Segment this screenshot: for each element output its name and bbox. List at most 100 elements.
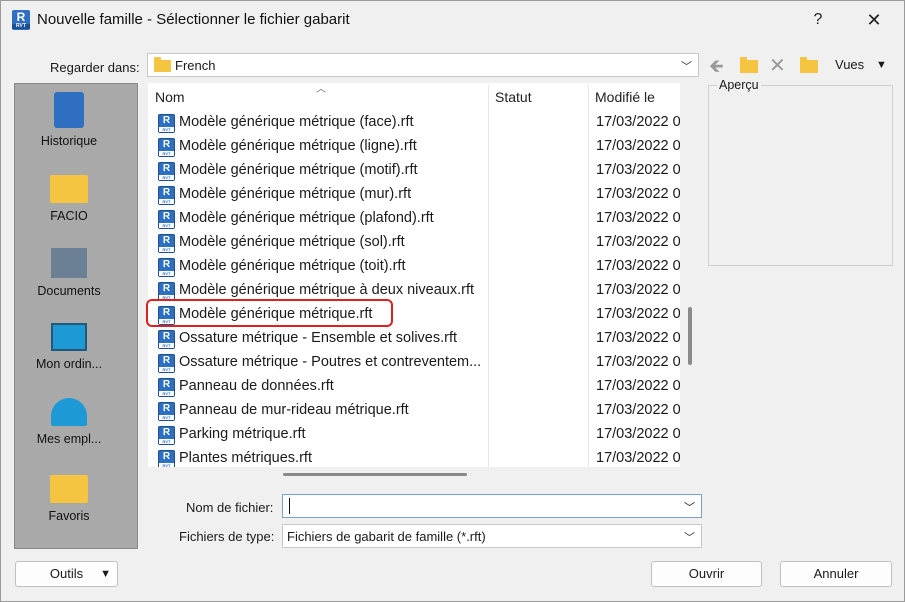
file-name: Modèle générique métrique à deux niveaux… xyxy=(179,282,475,298)
file-name: Panneau de données.rft xyxy=(179,378,334,394)
place-documents[interactable]: Documents xyxy=(15,242,123,298)
column-header-status[interactable]: Statut xyxy=(495,83,532,111)
filetype-label: Fichiers de type: xyxy=(179,529,275,544)
file-icon-sub: RVT xyxy=(159,391,174,396)
file-icon-letter: R xyxy=(162,139,171,150)
tools-label: Outils xyxy=(49,566,84,581)
file-modified-date: 17/03/2022 0 xyxy=(596,402,680,418)
rft-file-icon: R RVT xyxy=(158,354,175,373)
delete-icon[interactable]: ✕ xyxy=(769,55,793,77)
file-icon-sub: RVT xyxy=(159,271,174,276)
sort-ascending-icon: ︿ xyxy=(316,84,326,95)
file-modified-date: 17/03/2022 0 xyxy=(596,258,680,274)
rft-file-icon: R RVT xyxy=(158,258,175,277)
file-row[interactable]: R RVT Modèle générique métrique (sol).rft 1… xyxy=(148,231,680,255)
rft-file-icon: R RVT xyxy=(158,402,175,421)
place-network[interactable]: Mes empl... xyxy=(15,392,123,446)
back-arrow-icon[interactable]: 🡸 xyxy=(709,55,733,77)
rft-file-icon: R RVT xyxy=(158,138,175,157)
rft-file-icon: R RVT xyxy=(158,114,175,133)
file-name: Plantes métriques.rft xyxy=(179,450,312,466)
history-icon xyxy=(54,92,84,128)
file-row[interactable]: R RVT Modèle générique métrique (motif).rf… xyxy=(148,159,680,183)
selection-highlight xyxy=(146,299,393,327)
chevron-down-icon: ﹀ xyxy=(684,532,695,544)
file-row[interactable]: R RVT Modèle générique métrique (toit).rft… xyxy=(148,255,680,279)
file-name: Modèle générique métrique (toit).rft xyxy=(179,258,406,274)
column-header-modified[interactable]: Modifié le xyxy=(595,83,655,111)
place-history[interactable]: Historique xyxy=(15,92,123,148)
file-row[interactable]: R RVT Panneau de mur-rideau métrique.rft 17… xyxy=(148,399,680,423)
horizontal-scrollbar[interactable] xyxy=(283,473,467,476)
file-icon-sub: RVT xyxy=(159,199,174,204)
look-in-label: Regarder dans: xyxy=(50,60,140,75)
place-computer[interactable]: Mon ordin... xyxy=(15,317,123,371)
file-row[interactable]: R RVT Panneau de données.rft 17/03/2022 0 xyxy=(148,375,680,399)
chevron-down-icon: ﹀ xyxy=(681,61,692,73)
column-header-name[interactable]: Nom xyxy=(155,83,185,111)
file-modified-date: 17/03/2022 0 xyxy=(596,306,680,322)
app-icon-sub: RVT xyxy=(12,24,30,29)
file-modified-date: 17/03/2022 0 xyxy=(596,234,680,250)
file-icon-sub: RVT xyxy=(159,223,174,228)
file-icon-sub: RVT xyxy=(159,247,174,252)
file-modified-date: 17/03/2022 0 xyxy=(596,354,680,370)
file-icon-letter: R xyxy=(162,451,171,462)
file-icon-letter: R xyxy=(162,115,171,126)
places-scrollbar[interactable] xyxy=(137,186,138,506)
file-row[interactable]: R RVT Ossature métrique - Ensemble et soli… xyxy=(148,327,680,351)
rft-file-icon: R RVT xyxy=(158,210,175,229)
file-modified-date: 17/03/2022 0 xyxy=(596,378,680,394)
caret-down-icon[interactable]: ▼ xyxy=(876,59,887,71)
file-row[interactable]: R RVT Parking métrique.rft 17/03/2022 0 xyxy=(148,423,680,447)
open-button[interactable]: Ouvrir xyxy=(651,561,762,587)
file-row[interactable]: R RVT Modèle générique métrique (plafond).… xyxy=(148,207,680,231)
file-modified-date: 17/03/2022 0 xyxy=(596,282,680,298)
tools-button[interactable]: Outils ▼ xyxy=(15,561,118,587)
close-button[interactable]: ✕ xyxy=(854,7,894,33)
file-icon-sub: RVT xyxy=(159,175,174,180)
file-icon-sub: RVT xyxy=(159,151,174,156)
place-label: FACIO xyxy=(50,209,88,223)
file-list: ︿ Nom Statut Modifié le R RVT Modèle génér… xyxy=(148,83,680,467)
rft-file-icon: R RVT xyxy=(158,186,175,205)
text-caret xyxy=(289,498,290,514)
file-row[interactable]: R RVT Modèle générique métrique (mur).rft 1… xyxy=(148,183,680,207)
file-name: Modèle générique métrique (plafond).rft xyxy=(179,210,434,226)
cancel-button[interactable]: Annuler xyxy=(780,561,892,587)
file-icon-letter: R xyxy=(162,331,171,342)
file-icon-letter: R xyxy=(162,187,171,198)
network-icon xyxy=(51,398,87,426)
caret-down-icon: ▼ xyxy=(100,568,111,580)
filename-label: Nom de fichier: xyxy=(186,500,274,515)
chevron-down-icon[interactable]: ﹀ xyxy=(684,499,695,515)
preview-pane xyxy=(708,85,893,266)
file-row[interactable]: R RVT Modèle générique métrique (face).rft… xyxy=(148,111,680,135)
place-label: Mes empl... xyxy=(36,432,102,446)
file-icon-sub: RVT xyxy=(159,415,174,420)
place-facio[interactable]: FACIO xyxy=(15,167,123,223)
file-icon-sub: RVT xyxy=(159,367,174,372)
help-button[interactable]: ? xyxy=(798,7,838,33)
place-favorites[interactable]: Favoris xyxy=(15,467,123,523)
file-dialog: R RVT Nouvelle famille - Sélectionner le … xyxy=(0,0,905,602)
file-row[interactable]: R RVT Plantes métriques.rft 17/03/2022 0 xyxy=(148,447,680,467)
views-menu-button[interactable]: Vues xyxy=(835,57,864,72)
rft-file-icon: R RVT xyxy=(158,450,175,467)
place-label: Mon ordin... xyxy=(35,357,102,371)
rft-file-icon: R RVT xyxy=(158,162,175,181)
file-icon-letter: R xyxy=(162,379,171,390)
up-folder-icon[interactable] xyxy=(738,55,762,77)
place-label: Favoris xyxy=(48,509,90,523)
filename-input[interactable]: ﹀ xyxy=(282,494,702,518)
folder-icon xyxy=(50,475,88,503)
file-modified-date: 17/03/2022 0 xyxy=(596,162,680,178)
file-row[interactable]: R RVT Ossature métrique - Poutres et contr… xyxy=(148,351,680,375)
file-modified-date: 17/03/2022 0 xyxy=(596,450,680,466)
file-row[interactable]: R RVT Modèle générique métrique (ligne).rf… xyxy=(148,135,680,159)
rft-file-icon: R RVT xyxy=(158,378,175,397)
look-in-dropdown[interactable]: French ﹀ xyxy=(147,53,699,77)
filetype-dropdown[interactable]: Fichiers de gabarit de famille (*.rft) ﹀ xyxy=(282,524,702,548)
vertical-scrollbar[interactable] xyxy=(688,307,692,365)
new-folder-icon[interactable] xyxy=(798,55,822,77)
